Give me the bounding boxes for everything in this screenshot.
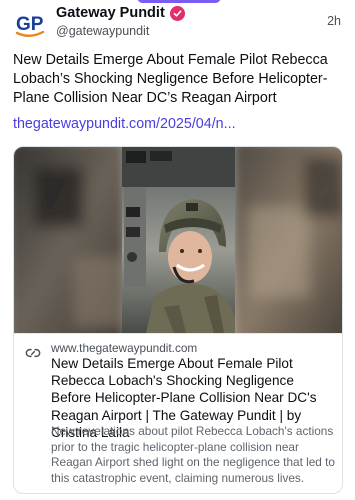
avatar[interactable]: GP [13, 6, 47, 40]
link-preview-image [14, 147, 342, 333]
post-text: New Details Emerge About Female Pilot Re… [13, 52, 328, 106]
link-icon [25, 348, 41, 358]
author-display-name[interactable]: Gateway Pundit [56, 5, 165, 21]
card-description: New revelations about pilot Rebecca Loba… [51, 424, 335, 485]
avatar-text: GP [16, 14, 44, 35]
feed-post[interactable]: GP Gateway Pundit @gatewaypundit 2h New … [0, 0, 355, 500]
post-link[interactable]: thegatewaypundit.com/2025/04/n... [13, 116, 236, 132]
author-name-row: Gateway Pundit [56, 5, 185, 21]
card-domain: www.thegatewaypundit.com [51, 341, 198, 355]
post-timestamp[interactable]: 2h [327, 14, 341, 28]
link-preview-body[interactable]: www.thegatewaypundit.com New Details Eme… [14, 333, 342, 493]
author-handle[interactable]: @gatewaypundit [56, 24, 149, 38]
pilot-in-cockpit-photo [14, 147, 342, 333]
verified-badge-icon [169, 5, 185, 21]
link-preview-card[interactable]: www.thegatewaypundit.com New Details Eme… [13, 146, 343, 494]
top-pill-indicator [137, 0, 221, 3]
gateway-pundit-logo-icon: GP [15, 14, 45, 37]
